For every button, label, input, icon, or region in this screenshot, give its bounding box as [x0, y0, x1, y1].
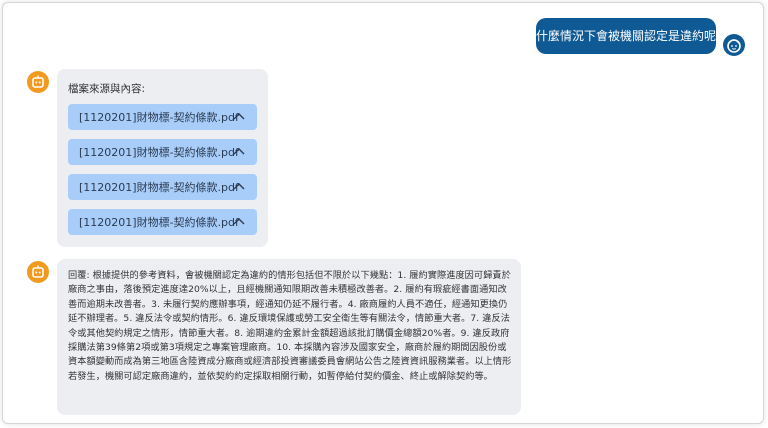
user-message-bubble: 什麼情況下會被機關認定是違約呢? — [536, 18, 722, 54]
source-file-chip[interactable]: [1120201]財物標-契約條款.pdf — [68, 174, 257, 200]
chevron-up-icon[interactable] — [233, 182, 245, 190]
chevron-up-icon[interactable] — [233, 112, 245, 120]
source-file-chip[interactable]: [1120201]財物標-契約條款.pdf — [68, 209, 257, 235]
source-file-chip[interactable]: [1120201]財物標-契約條款.pdf — [68, 104, 257, 130]
user-face-icon — [723, 34, 745, 56]
robot-icon — [27, 71, 49, 93]
answer-text: 回覆: 根據提供的參考資料，會被機關認定為違約的情形包括但不限於以下幾點：1. … — [68, 270, 512, 382]
sources-label: 檔案來源與內容: — [68, 83, 146, 95]
chevron-up-icon[interactable] — [233, 147, 245, 155]
source-file-name: [1120201]財物標-契約條款.pdf — [79, 146, 239, 159]
chat-window: 什麼情況下會被機關認定是違約呢? 檔案來源與內容: [1120201]財物標-契… — [2, 2, 764, 424]
bot-sources-bubble: 檔案來源與內容: [1120201]財物標-契約條款.pdf [1120201]… — [57, 69, 268, 247]
source-file-chip[interactable]: [1120201]財物標-契約條款.pdf — [68, 139, 257, 165]
source-file-name: [1120201]財物標-契約條款.pdf — [79, 111, 239, 124]
bot-answer-bubble: 回覆: 根據提供的參考資料，會被機關認定為違約的情形包括但不限於以下幾點：1. … — [57, 259, 521, 415]
robot-icon — [27, 261, 49, 283]
chevron-up-icon[interactable] — [233, 217, 245, 225]
source-file-name: [1120201]財物標-契約條款.pdf — [79, 216, 239, 229]
source-file-name: [1120201]財物標-契約條款.pdf — [79, 181, 239, 194]
